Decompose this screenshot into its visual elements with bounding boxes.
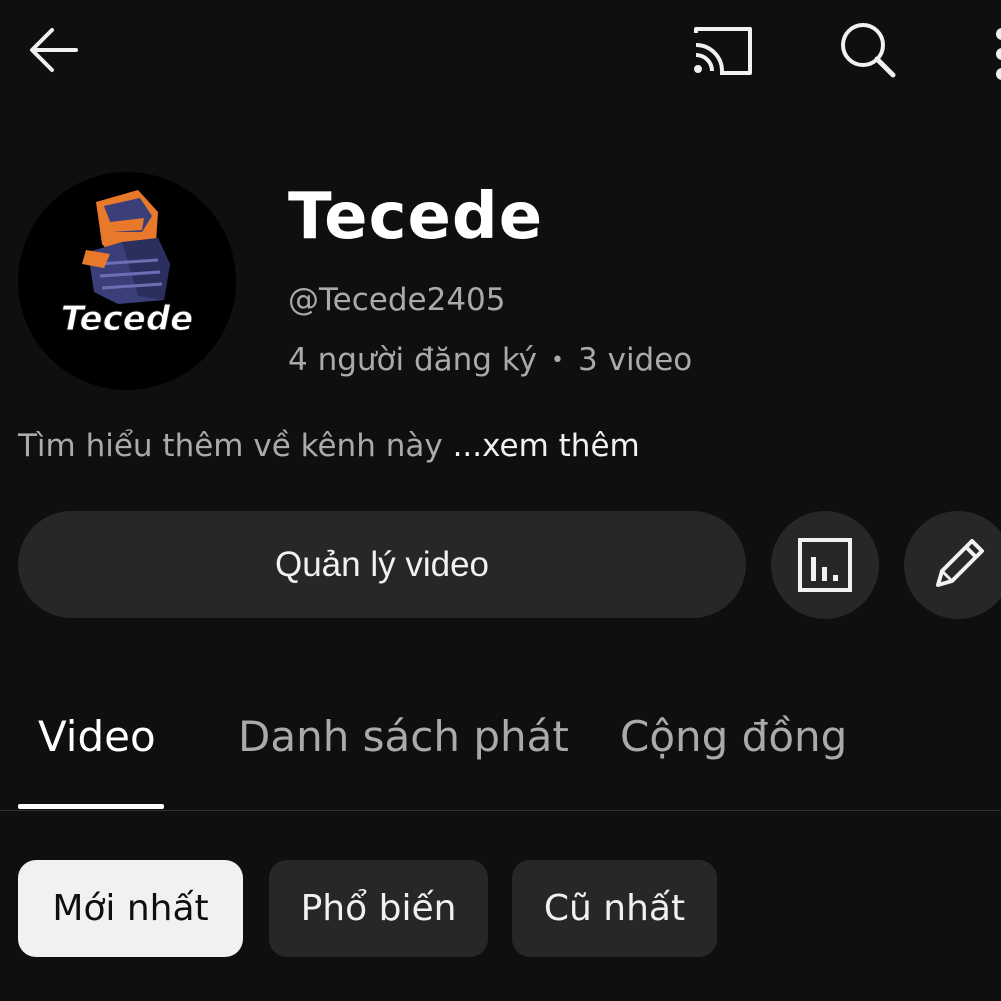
edit-channel-button[interactable]: [904, 511, 1001, 619]
video-count: 3 video: [578, 342, 693, 378]
analytics-icon: [798, 538, 852, 592]
channel-name: Tecede: [288, 180, 544, 254]
more-vertical-icon: [996, 28, 1001, 80]
pencil-icon: [936, 539, 984, 587]
tab-video[interactable]: Video: [38, 712, 156, 761]
avatar-wordmark: Tecede: [61, 299, 193, 339]
tab-community[interactable]: Cộng đồng: [620, 712, 847, 761]
see-more-link[interactable]: ...xem thêm: [453, 428, 640, 464]
manage-videos-button[interactable]: Quản lý video: [18, 511, 746, 618]
separator-dot: •: [551, 347, 565, 373]
more-options-button[interactable]: [975, 14, 1001, 86]
channel-stats: 4 người đăng ký • 3 video: [288, 342, 692, 378]
selected-tab-indicator: [18, 804, 164, 809]
search-icon: [841, 23, 896, 78]
analytics-button[interactable]: [771, 511, 879, 619]
chip-popular[interactable]: Phổ biến: [269, 860, 488, 957]
channel-description[interactable]: Tìm hiểu thêm về kênh này ...xem thêm: [18, 428, 640, 464]
channel-avatar[interactable]: Tecede: [18, 172, 236, 390]
chip-latest[interactable]: Mới nhất: [18, 860, 243, 957]
back-button[interactable]: [18, 14, 90, 86]
chip-oldest[interactable]: Cũ nhất: [512, 860, 717, 957]
tab-playlists[interactable]: Danh sách phát: [238, 712, 569, 761]
description-text: Tìm hiểu thêm về kênh này: [18, 428, 443, 464]
cast-icon: [694, 27, 752, 75]
arrow-left-icon: [30, 28, 78, 72]
subscriber-count: 4 người đăng ký: [288, 342, 538, 378]
channel-handle: @Tecede2405: [288, 282, 506, 318]
tabs-divider: [0, 810, 1001, 811]
search-button[interactable]: [832, 14, 904, 86]
ninja-logo-icon: Tecede: [60, 190, 194, 340]
cast-button[interactable]: [686, 18, 758, 84]
